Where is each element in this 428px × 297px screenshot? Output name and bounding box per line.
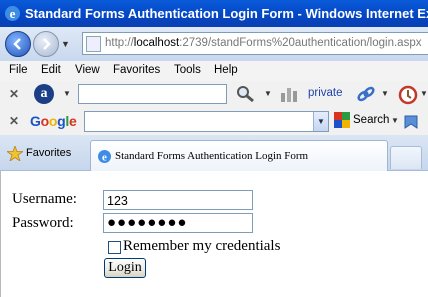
google-search-input[interactable]: ▼ xyxy=(84,111,329,132)
tab-active[interactable]: e Standard Forms Authentication Login Fo… xyxy=(90,140,388,171)
svg-text:e: e xyxy=(102,152,107,164)
google-bookmark-icon[interactable] xyxy=(403,114,419,130)
ask-search-input[interactable] xyxy=(78,84,227,104)
google-search-button-label[interactable]: Search xyxy=(353,114,389,126)
menu-bar: File Edit View Favorites Tools Help xyxy=(0,61,428,82)
menu-file[interactable]: File xyxy=(9,64,28,76)
toolbar-overflow-icon[interactable]: ▼ xyxy=(420,89,428,98)
remember-checkbox[interactable] xyxy=(108,241,121,254)
blocked-icon[interactable] xyxy=(398,85,418,105)
google-toolbar: ✕ Google ▼ Search ▼ xyxy=(0,108,428,136)
ie-logo-icon: e xyxy=(5,6,20,21)
tab-title: Standard Forms Authentication Login Form xyxy=(115,150,309,162)
favorites-button[interactable]: Favorites xyxy=(26,147,71,159)
back-arrow-icon xyxy=(13,38,21,50)
menu-tools[interactable]: Tools xyxy=(174,64,201,76)
google-logo[interactable]: Google xyxy=(30,113,77,129)
ask-logo-icon[interactable]: a xyxy=(34,84,54,104)
password-input[interactable]: ●●●●●●●● xyxy=(103,213,253,233)
private-label[interactable]: private xyxy=(308,87,343,99)
menu-edit[interactable]: Edit xyxy=(41,64,61,76)
page-content: Username: 123 Password: ●●●●●●●● Remembe… xyxy=(0,171,428,297)
favorites-star-icon[interactable] xyxy=(7,146,23,161)
address-toolbar: ▼ http://localhost:2739/standForms%20aut… xyxy=(0,27,428,61)
search-dropdown-icon[interactable]: ▼ xyxy=(264,89,272,98)
username-input[interactable]: 123 xyxy=(103,190,253,210)
ask-toolbar: ✕ a ▼ ▼ private ▼ ▼ xyxy=(0,81,428,109)
menu-help[interactable]: Help xyxy=(214,64,238,76)
link-dropdown-icon[interactable]: ▼ xyxy=(381,89,389,98)
svg-text:e: e xyxy=(10,6,16,21)
tab-bar: Favorites e Standard Forms Authenticatio… xyxy=(0,135,428,171)
forward-arrow-icon xyxy=(43,38,51,50)
google-search-options-icon[interactable]: ▼ xyxy=(391,116,399,125)
window-title: Standard Forms Authentication Login Form… xyxy=(25,6,428,21)
address-field[interactable]: http://localhost:2739/standForms%20authe… xyxy=(82,32,428,55)
menu-favorites[interactable]: Favorites xyxy=(113,64,160,76)
search-icon[interactable] xyxy=(236,85,256,103)
close-google-toolbar-icon[interactable]: ✕ xyxy=(9,114,19,128)
url-host: localhost xyxy=(133,37,180,49)
google-search-button-icon[interactable] xyxy=(334,112,350,128)
page-ie-icon: e xyxy=(98,150,111,164)
page-icon xyxy=(86,36,101,52)
login-button[interactable]: Login xyxy=(104,258,146,278)
remember-label[interactable]: Remember my credentials xyxy=(123,238,280,255)
link-icon[interactable] xyxy=(356,85,376,103)
recent-pages-dropdown-icon[interactable]: ▼ xyxy=(61,39,70,49)
forward-button[interactable] xyxy=(33,31,59,57)
url-prefix: http:// xyxy=(105,37,134,49)
ask-dropdown-icon[interactable]: ▼ xyxy=(63,89,71,98)
url-path: :2739/standForms%20authentication/login.… xyxy=(179,37,422,49)
new-tab-button[interactable] xyxy=(390,146,422,169)
bar-chart-icon[interactable] xyxy=(280,86,298,102)
window-title-bar[interactable]: e Standard Forms Authentication Login Fo… xyxy=(0,0,428,27)
menu-view[interactable]: View xyxy=(75,64,100,76)
google-search-dropdown-icon[interactable]: ▼ xyxy=(313,112,328,131)
close-toolbar-icon[interactable]: ✕ xyxy=(9,87,19,101)
username-label: Username: xyxy=(12,191,77,207)
password-label: Password: xyxy=(12,215,74,231)
back-button[interactable] xyxy=(5,31,31,57)
